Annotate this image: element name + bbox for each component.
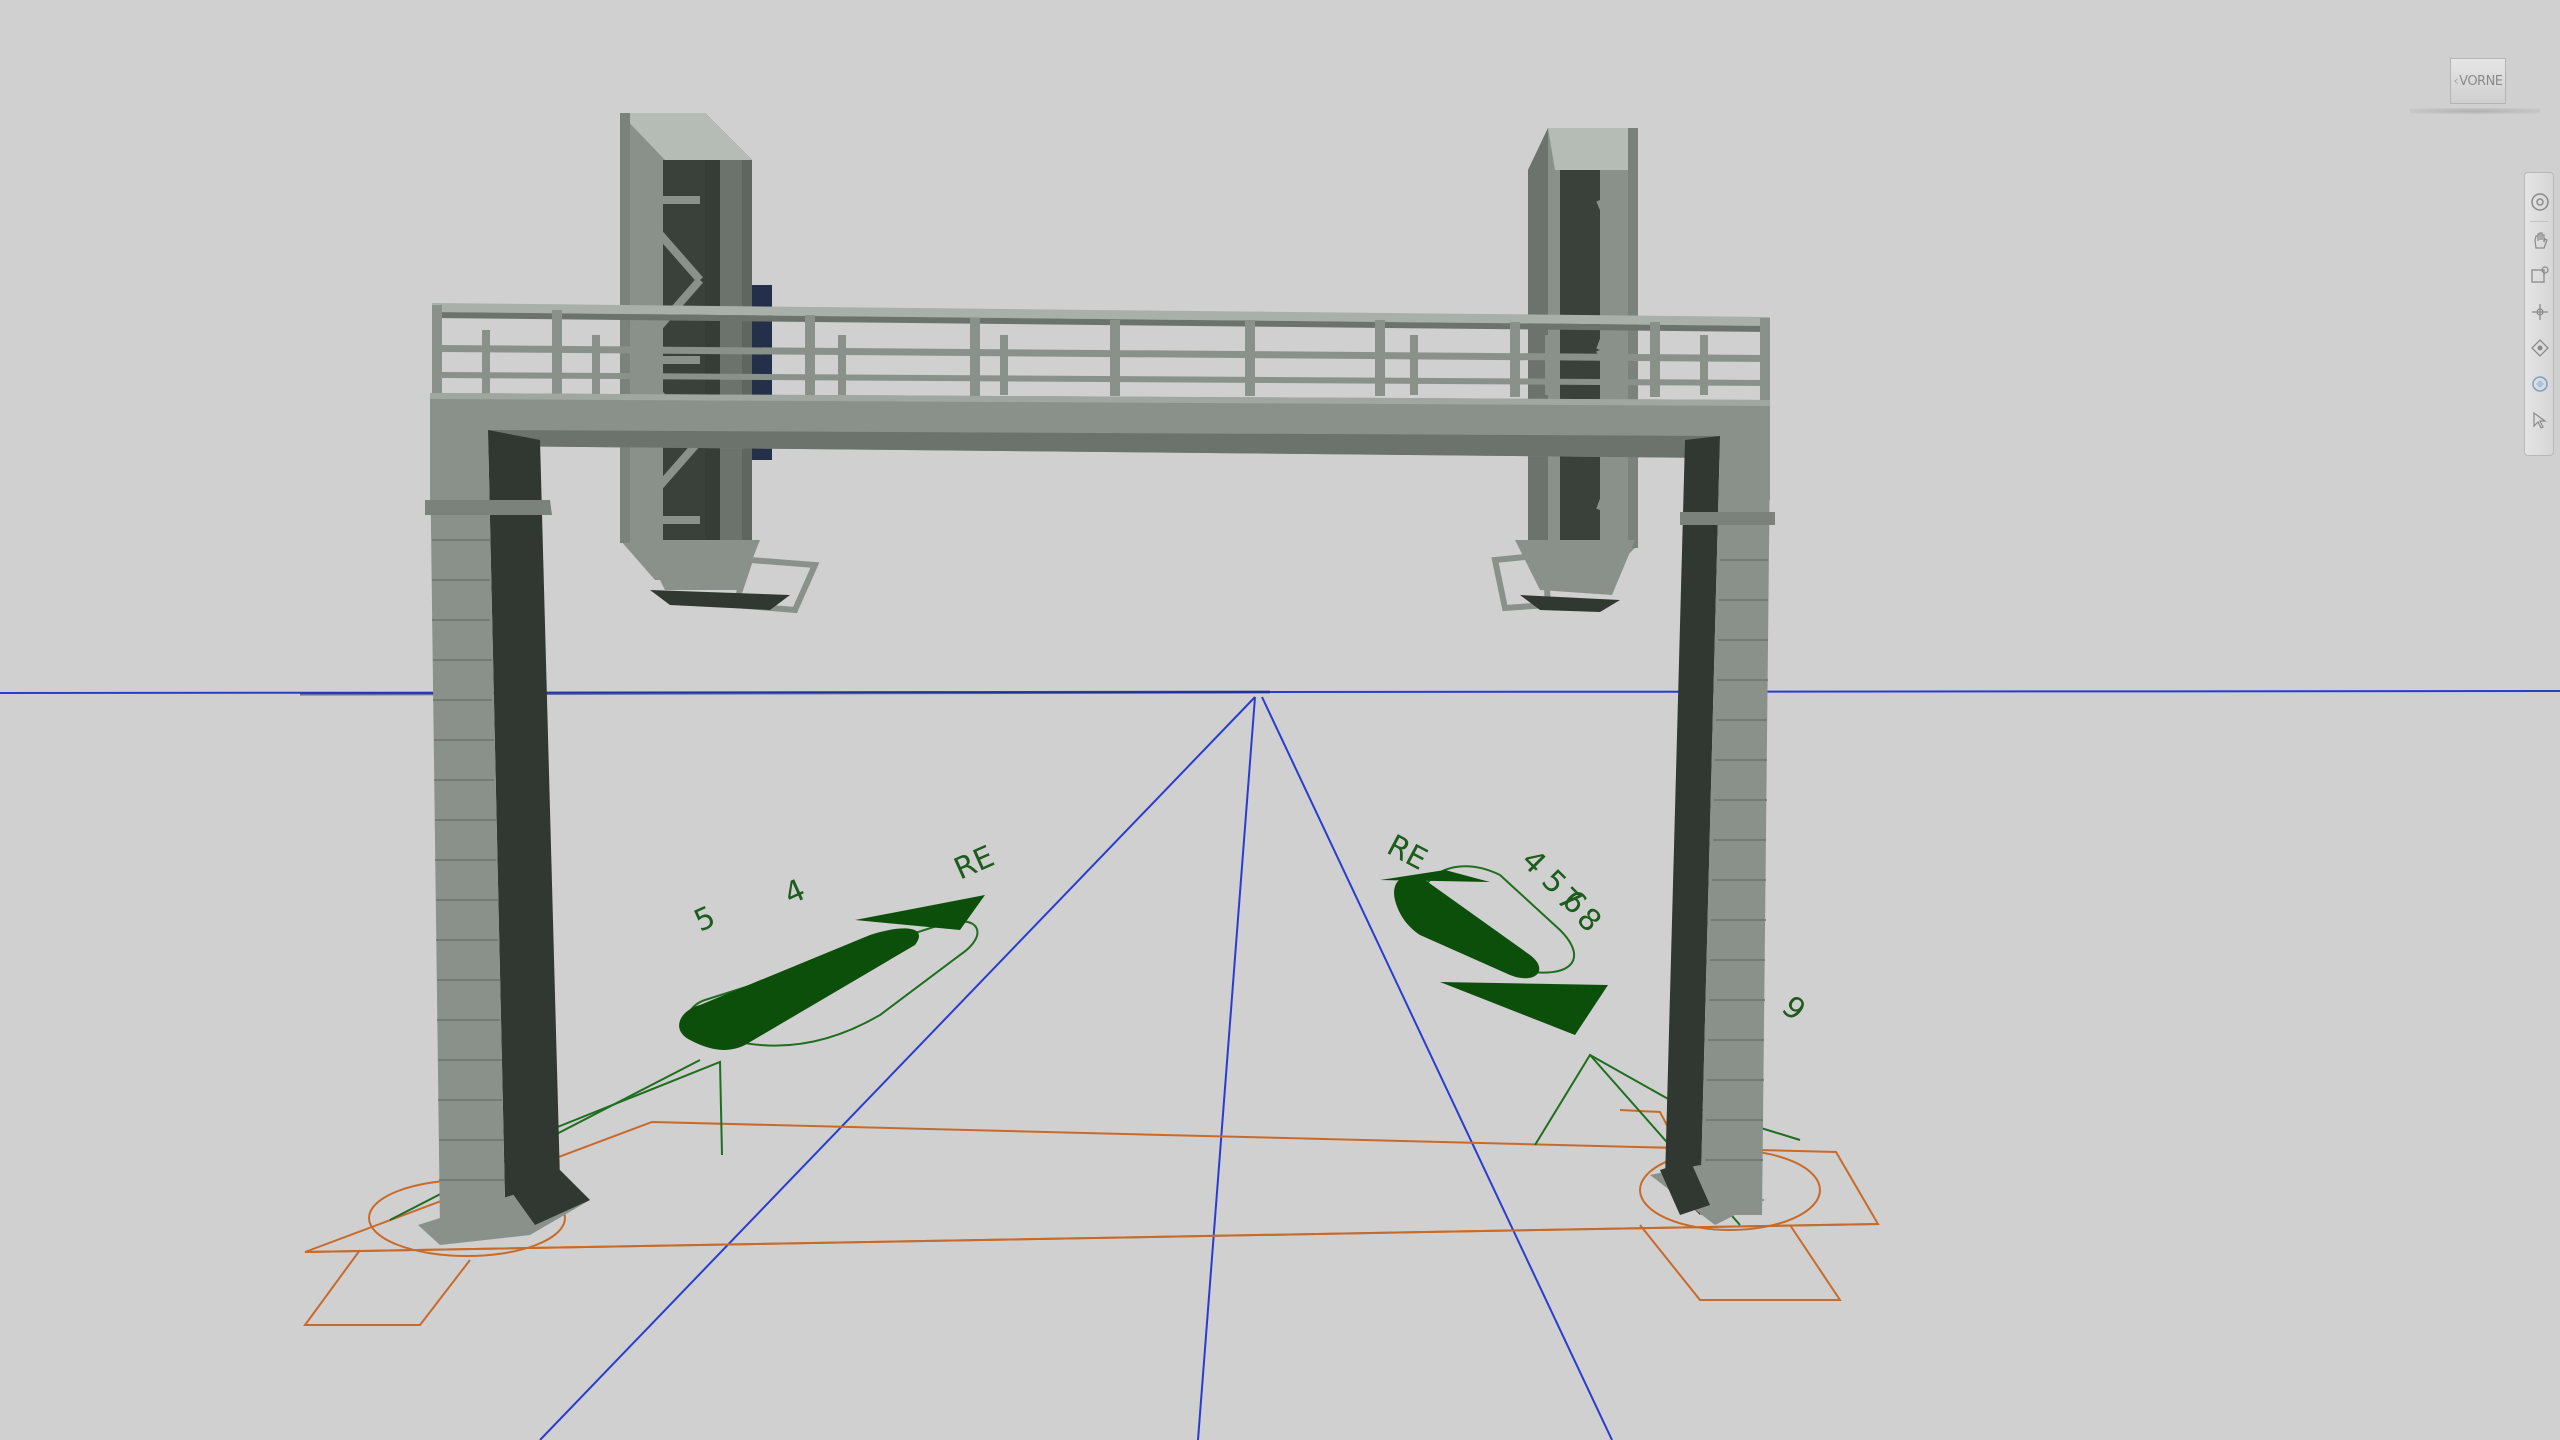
right-symbol-label-1: RE bbox=[1381, 828, 1433, 878]
viewcube-face-label: VORNE bbox=[2459, 73, 2503, 89]
full-navigation-wheel-icon[interactable] bbox=[2529, 189, 2551, 215]
look-icon[interactable] bbox=[2529, 335, 2551, 361]
viewcube[interactable]: ‹ VORNE bbox=[2410, 48, 2540, 116]
right-column bbox=[1650, 436, 1775, 1225]
scene-canvas[interactable]: 5 4 RE RE 4 5 6 7 8 9 bbox=[0, 0, 2560, 1440]
left-signal-mast bbox=[620, 113, 820, 614]
3d-viewport[interactable]: 5 4 RE RE 4 5 6 7 8 9 ‹ VORNE bbox=[0, 0, 2560, 1440]
select-icon[interactable] bbox=[2529, 407, 2551, 433]
navbar-separator bbox=[2530, 221, 2548, 222]
zoom-window-icon[interactable] bbox=[2529, 263, 2551, 289]
pan-icon[interactable] bbox=[2529, 227, 2551, 253]
walk-icon[interactable] bbox=[2529, 371, 2551, 397]
viewcube-shadow bbox=[2410, 108, 2540, 114]
track-axis-lines bbox=[539, 696, 1613, 1440]
left-symbol-label-2: 4 bbox=[779, 873, 811, 913]
viewcube-arrow-left-icon[interactable]: ‹ bbox=[2453, 74, 2458, 89]
horizon-line bbox=[0, 690, 2560, 696]
left-column bbox=[418, 428, 590, 1245]
orbit-icon[interactable] bbox=[2529, 299, 2551, 325]
navigation-bar[interactable] bbox=[2524, 172, 2554, 456]
left-signal-symbol: 5 4 RE bbox=[679, 839, 1000, 1050]
right-symbol-label-4: 9 bbox=[1775, 989, 1812, 1028]
left-symbol-label-1: 5 bbox=[689, 900, 721, 940]
viewcube-face-front[interactable]: ‹ VORNE bbox=[2450, 58, 2506, 104]
left-symbol-label-3: RE bbox=[949, 839, 1000, 887]
signal-gantry[interactable] bbox=[418, 113, 1775, 1245]
